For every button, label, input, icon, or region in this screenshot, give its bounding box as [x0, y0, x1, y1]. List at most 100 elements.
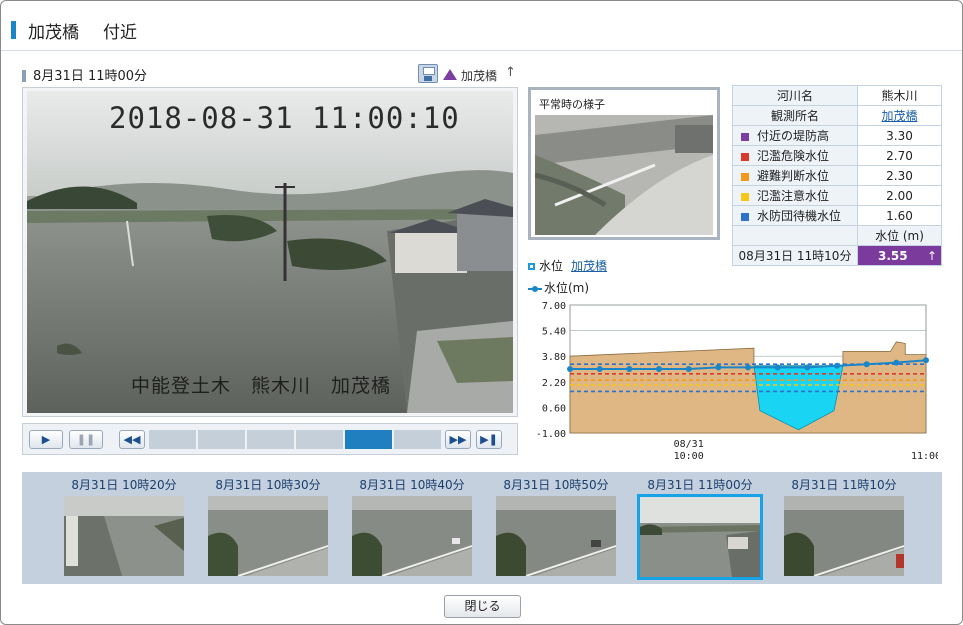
timeline-segment-2[interactable] [198, 430, 247, 449]
thumbnail-time: 8月31日 11時00分 [647, 478, 753, 492]
level-color-swatch [741, 192, 749, 201]
series-line-icon [528, 285, 542, 292]
current-level-value: 3.55 [878, 248, 908, 263]
fast-forward-icon: ▶▶ [449, 433, 467, 446]
thumbnail-item[interactable]: 8月31日 10時40分 [349, 472, 475, 584]
river-name-value: 熊木川 [857, 85, 942, 106]
water-level-point [596, 366, 603, 372]
camera-datetime-overlay: 2018-08-31 11:00:10 [109, 101, 460, 135]
thumbnail-item[interactable]: 8月31日 10時30分 [205, 472, 331, 584]
timeline-segment-4[interactable] [296, 430, 345, 449]
y-tick-label: 3.80 [542, 352, 566, 363]
triangle-marker-icon [443, 69, 457, 80]
chart-station-link[interactable]: 加茂橋 [571, 259, 607, 273]
station-name-link[interactable]: 加茂橋 [881, 109, 917, 123]
normal-view-panel: 平常時の様子 [528, 87, 720, 240]
thumbnail-time: 8月31日 10時30分 [215, 478, 321, 492]
water-level-point [567, 366, 573, 372]
level-value: 2.30 [857, 165, 942, 186]
chart-series-label: 水位(m) [544, 281, 590, 295]
camera-image: 2018-08-31 11:00:10 中能登土木 熊木川 加茂橋 [27, 91, 513, 413]
level-label: 氾濫危険水位 [757, 149, 830, 163]
level-row: 氾濫危険水位 2.70 [732, 145, 942, 166]
title-accent-bar [11, 21, 16, 39]
image-timestamp: 8月31日 11時00分 [33, 69, 148, 84]
level-row: 水防団待機水位 1.60 [732, 205, 942, 226]
thumbnail-image[interactable] [637, 494, 763, 580]
title-location: 加茂橋 [28, 23, 79, 43]
normal-view-image[interactable] [535, 115, 713, 235]
water-level-point [774, 364, 781, 371]
timeline-segment-5[interactable] [345, 430, 394, 449]
thumbnail-item[interactable]: 8月31日 11時00分 [637, 472, 763, 584]
level-color-swatch [741, 212, 749, 221]
thumbnail-image[interactable] [64, 496, 184, 576]
y-tick-label: 0.60 [542, 403, 566, 414]
timeline-segment-6[interactable] [394, 430, 443, 449]
title-bar: 加茂橋 付近 [1, 1, 962, 51]
level-value: 1.60 [857, 205, 942, 226]
last-frame-button[interactable]: ▶❚ [476, 430, 502, 449]
y-tick-label: 7.00 [542, 301, 566, 312]
current-water-level: 3.55 ↑ [857, 245, 942, 266]
thumbnail-time: 8月31日 10時20分 [71, 478, 177, 492]
level-label: 氾濫注意水位 [757, 189, 830, 203]
current-reading-time: 08月31日 11時10分 [732, 245, 858, 266]
chart-series-legend: 水位(m) [528, 279, 589, 296]
timeline-segment-1[interactable] [149, 430, 198, 449]
timeline-segment-3[interactable] [247, 430, 296, 449]
save-icon[interactable] [418, 64, 438, 83]
x-tick-time-label: 11:00 [911, 451, 938, 462]
playback-controls: ▶ ❚❚ ◀◀ ▶▶ ▶❚ [22, 423, 518, 455]
level-color-swatch [741, 152, 749, 161]
level-row: 氾濫注意水位 2.00 [732, 185, 942, 206]
camera-caption-overlay: 中能登土木 熊木川 加茂橋 [131, 375, 392, 397]
station-square-icon [528, 263, 535, 270]
river-info-table: 河川名 熊木川 観測所名 加茂橋 付近の堤防高 3.30 氾濫危険水位 2.70… [732, 85, 942, 266]
page-title: 加茂橋 付近 [28, 18, 137, 43]
y-tick-label: 5.40 [542, 327, 566, 338]
thumbnail-time: 8月31日 10時50分 [503, 478, 609, 492]
thumbnail-item[interactable]: 8月31日 11時10分 [781, 472, 907, 584]
trend-up-icon: ↑ [505, 65, 516, 80]
water-level-point [893, 359, 900, 366]
pause-icon: ❚❚ [76, 433, 96, 446]
thumbnail-time: 8月31日 11時10分 [791, 478, 897, 492]
play-icon: ▶ [41, 433, 51, 446]
thumbnail-item[interactable]: 8月31日 10時50分 [493, 472, 619, 584]
pause-button[interactable]: ❚❚ [69, 430, 103, 449]
thumbnail-image[interactable] [208, 496, 328, 576]
water-level-point [804, 364, 811, 371]
forward-button[interactable]: ▶▶ [445, 430, 471, 449]
chart-station-prefix: 水位 [539, 259, 564, 273]
level-label: 避難判断水位 [757, 169, 830, 183]
river-name-label: 河川名 [732, 85, 858, 106]
water-level-point [626, 366, 633, 372]
x-tick-time-label: 10:00 [674, 451, 704, 462]
level-row: 付近の堤防高 3.30 [732, 125, 942, 146]
camera-frame: 2018-08-31 11:00:10 中能登土木 熊木川 加茂橋 [22, 87, 518, 417]
thumbnail-time: 8月31日 10時40分 [359, 478, 465, 492]
camera-popup-window: 加茂橋 付近 8月31日 11時00分 加茂橋 ↑ 2018-08-31 11:… [0, 0, 963, 625]
riverbank-area [569, 341, 927, 434]
location-link[interactable]: 加茂橋 [461, 67, 497, 84]
water-level-point [834, 362, 840, 369]
water-level-point [863, 361, 870, 368]
y-tick-label: -1.00 [536, 429, 566, 440]
level-row: 避難判断水位 2.30 [732, 165, 942, 186]
timestamp-accent-bar [22, 70, 26, 82]
water-level-chart: 7.00 5.40 3.80 2.20 0.60 -1.00 08/3110:00 11:00 [536, 301, 938, 462]
water-level-header: 水位 (m) [857, 225, 942, 246]
thumbnail-image[interactable] [352, 496, 472, 576]
previous-button[interactable]: ◀◀ [119, 430, 145, 449]
level-color-swatch [741, 132, 749, 141]
play-button[interactable]: ▶ [29, 430, 63, 449]
normal-view-label: 平常時の様子 [539, 98, 605, 111]
station-name-label: 観測所名 [732, 105, 858, 126]
close-button[interactable]: 閉じる [444, 595, 521, 618]
thumbnail-image[interactable] [496, 496, 616, 576]
thumbnail-image[interactable] [784, 496, 904, 576]
thumbnail-strip: 8月31日 10時20分 8月31日 10時30分 8月31日 10時40分 8… [22, 472, 942, 584]
thumbnail-item[interactable]: 8月31日 10時20分 [61, 472, 187, 584]
trend-up-icon: ↑ [926, 248, 937, 263]
